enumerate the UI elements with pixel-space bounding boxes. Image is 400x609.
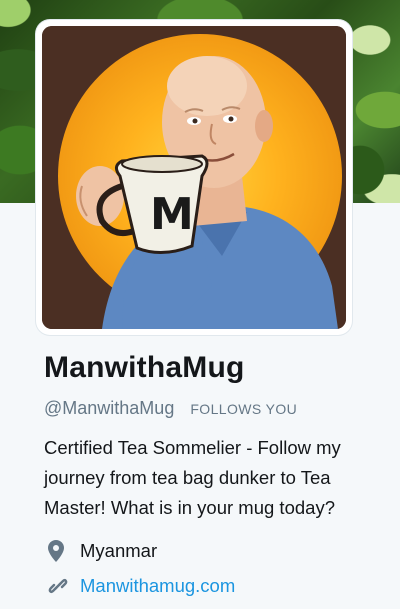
follows-you-badge: FOLLOWS YOU: [190, 401, 298, 417]
mug-letter: M: [150, 189, 194, 240]
link-icon: [48, 574, 70, 598]
user-handle[interactable]: @ManwithaMug: [44, 398, 174, 419]
website-link[interactable]: Manwithamug.com: [80, 575, 235, 597]
avatar[interactable]: M: [36, 20, 352, 335]
display-name[interactable]: ManwithaMug: [44, 351, 245, 385]
location-pin-icon: [48, 539, 70, 563]
profile-location: Myanmar: [48, 539, 157, 563]
profile-website[interactable]: Manwithamug.com: [48, 574, 235, 598]
avatar-image: M: [42, 26, 346, 329]
handle-row: @ManwithaMug FOLLOWS YOU: [44, 398, 297, 419]
profile-bio: Certified Tea Sommelier - Follow my jour…: [44, 437, 341, 518]
location-text: Myanmar: [80, 540, 158, 561]
